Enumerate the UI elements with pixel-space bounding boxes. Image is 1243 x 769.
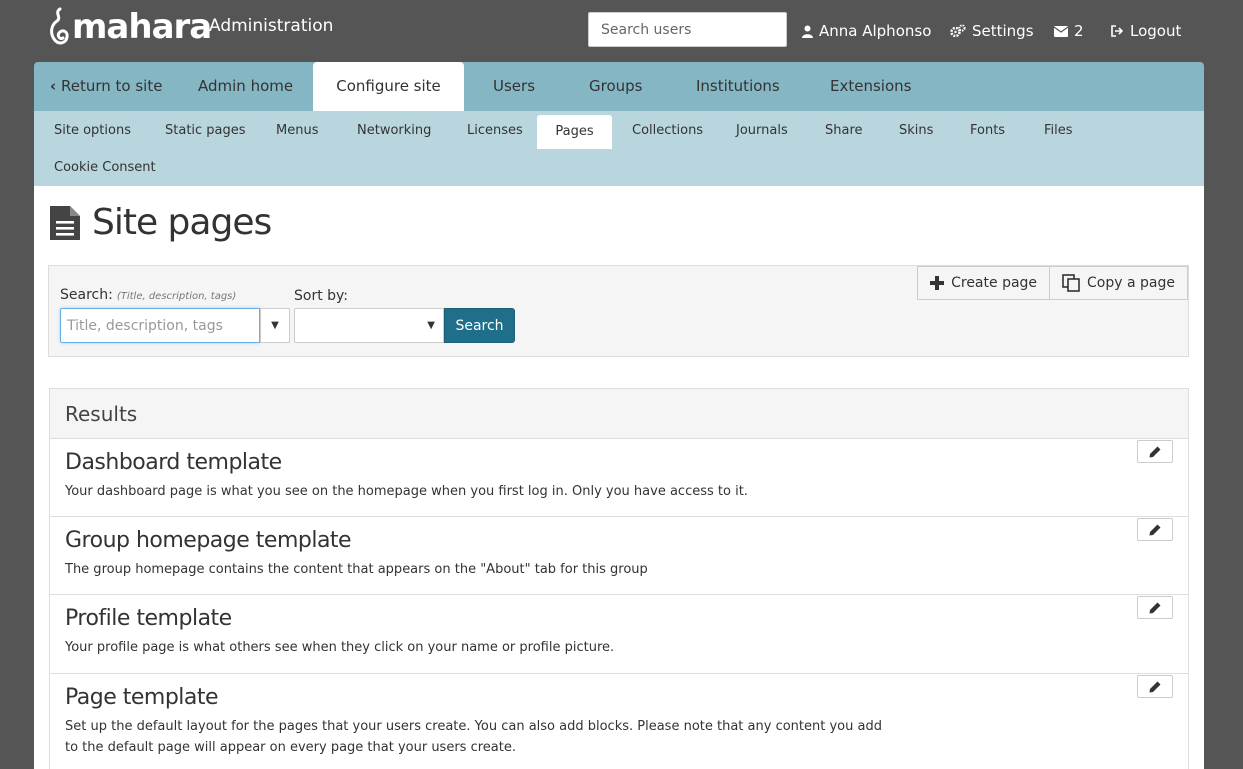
file-text-icon [50,205,80,240]
copy-page-button[interactable]: Copy a page [1050,266,1188,300]
subnav-fonts[interactable]: Fonts [970,114,1005,148]
subnav-files[interactable]: Files [1044,114,1073,148]
search-users-input[interactable] [588,12,787,47]
page-title-text: Site pages [92,202,272,243]
search-filter-dropdown[interactable]: ▼ [260,308,290,343]
item-title[interactable]: Page template [65,682,1173,714]
subnav-journals[interactable]: Journals [736,114,788,148]
logout-link[interactable]: Logout [1111,22,1181,40]
pencil-icon [1149,681,1161,692]
settings-label: Settings [972,22,1034,40]
pencil-icon [1149,446,1161,457]
nav-institutions[interactable]: Institutions [696,62,780,111]
sign-out-icon [1111,25,1124,37]
pencil-icon [1149,602,1161,613]
search-button[interactable]: Search [444,308,515,343]
search-label: Search: (Title, description, tags) [60,287,237,303]
edit-button[interactable] [1137,596,1173,619]
plus-icon [930,276,945,290]
search-query-input[interactable] [60,308,260,343]
item-title[interactable]: Dashboard template [65,447,1173,479]
user-profile-link[interactable]: Anna Alphonso [802,22,931,40]
subnav-skins[interactable]: Skins [899,114,933,148]
item-title[interactable]: Group homepage template [65,525,1173,557]
subnav-collections[interactable]: Collections [632,114,703,148]
results-panel: Results Dashboard template Your dashboar… [49,388,1189,769]
logout-label: Logout [1130,22,1182,40]
main-content: Site pages Search: (Title, description, t… [34,186,1204,769]
search-panel: Search:(Title, description, tags) ▼ Sort… [48,265,1189,357]
envelope-icon [1054,25,1068,37]
top-header: mahara Administration Anna Alphonso Sett… [0,0,1243,62]
list-item: Group homepage template The group homepa… [50,517,1188,595]
item-description: Set up the default layout for the pages … [65,719,882,755]
pencil-icon [1149,524,1161,535]
subnav-licenses[interactable]: Licenses [467,114,523,148]
nav-groups[interactable]: Groups [589,62,642,111]
edit-button[interactable] [1137,440,1173,463]
messages-count: 2 [1074,22,1084,40]
page-actions: Create page Copy a page [917,266,1188,300]
item-title[interactable]: Profile template [65,603,1173,635]
subnav-share[interactable]: Share [825,114,863,148]
subnav-pages[interactable]: Pages [537,115,612,149]
nav-extensions[interactable]: Extensions [830,62,911,111]
user-icon [802,25,813,38]
caret-down-icon: ▼ [271,320,279,331]
copy-icon [1062,274,1080,292]
item-description: Your profile page is what others see whe… [65,640,615,655]
subnav-menus[interactable]: Menus [276,114,318,148]
list-item: Dashboard template Your dashboard page i… [50,439,1188,517]
list-item: Profile template Your profile page is wh… [50,595,1188,674]
subnav-cookie-consent[interactable]: Cookie Consent [54,151,156,185]
mahara-logo[interactable]: mahara [48,6,212,48]
copy-page-label: Copy a page [1087,275,1175,291]
gears-icon [950,24,966,38]
site-label: Administration [209,16,334,36]
return-to-site-label: Return to site [60,77,163,95]
main-navigation: ‹ Return to site Admin home Configure si… [34,62,1204,111]
edit-button[interactable] [1137,675,1173,698]
messages-link[interactable]: 2 [1054,22,1084,40]
sort-by-select[interactable]: ▼ [294,308,444,343]
edit-button[interactable] [1137,518,1173,541]
item-description: The group homepage contains the content … [65,562,648,577]
nav-configure-site[interactable]: Configure site [313,62,464,111]
item-description: Your dashboard page is what you see on t… [65,484,748,499]
create-page-button[interactable]: Create page [917,266,1051,300]
create-page-label: Create page [951,275,1038,291]
subnav-networking[interactable]: Networking [357,114,431,148]
settings-link[interactable]: Settings [950,22,1034,40]
mahara-logo-icon [50,7,69,45]
list-item: Page template Set up the default layout … [50,674,1188,769]
subnav-static-pages[interactable]: Static pages [165,114,246,148]
caret-down-icon: ▼ [427,320,435,331]
user-name: Anna Alphonso [819,22,932,40]
chevron-left-icon: ‹ [50,77,57,95]
sub-navigation: Site options Static pages Menus Networki… [34,111,1204,186]
return-to-site-link[interactable]: ‹ Return to site [50,62,162,111]
search-hint: (Title, description, tags) [116,291,237,302]
logo-text: mahara [72,7,212,47]
nav-users[interactable]: Users [493,62,535,111]
sort-by-label: Sort by: [294,288,349,304]
page-title: Site pages [48,202,272,243]
nav-admin-home[interactable]: Admin home [198,62,293,111]
subnav-site-options[interactable]: Site options [54,114,131,148]
results-heading: Results [50,389,1188,439]
